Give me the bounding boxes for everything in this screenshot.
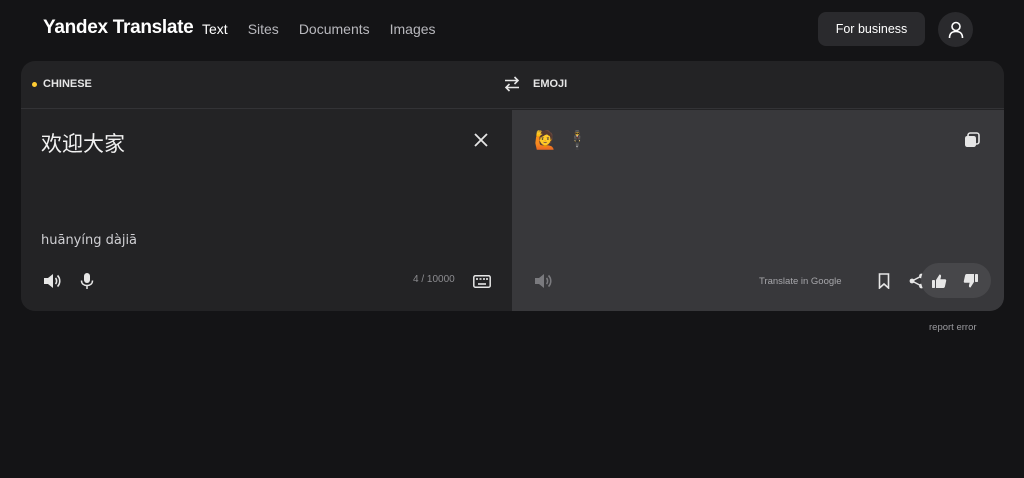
close-icon: [474, 133, 488, 147]
source-language-label: CHINESE: [43, 78, 92, 90]
main-nav: Text Sites Documents Images: [202, 21, 436, 37]
keyboard-icon: [473, 274, 491, 288]
target-listen-button[interactable]: [532, 270, 554, 292]
source-language-selector[interactable]: CHINESE: [32, 78, 92, 90]
user-icon: [948, 21, 963, 38]
translator-panel: CHINESE EMOJI 欢迎大家 huānyíng dàjiā 4 / 10…: [21, 61, 1004, 311]
emoji-1: 🙋: [534, 130, 557, 150]
nav-images[interactable]: Images: [390, 21, 436, 37]
nav-documents[interactable]: Documents: [299, 21, 370, 37]
swap-icon: [504, 76, 520, 92]
thumbs-down-icon: [963, 274, 978, 288]
thumbs-up-button[interactable]: [930, 272, 948, 290]
copy-icon: [965, 132, 980, 147]
source-pane[interactable]: 欢迎大家 huānyíng dàjiā 4 / 10000: [21, 110, 512, 311]
feedback-group: [921, 263, 991, 298]
report-error-link[interactable]: report error: [929, 322, 977, 333]
emoji-2: 🕴: [566, 130, 589, 150]
nav-sites[interactable]: Sites: [248, 21, 279, 37]
thumbs-up-icon: [932, 274, 947, 288]
swap-languages-button[interactable]: [503, 76, 523, 94]
header: Yandex Translate Text Sites Documents Im…: [0, 0, 1024, 60]
source-text-input[interactable]: 欢迎大家: [41, 128, 125, 158]
bookmark-icon: [878, 273, 890, 289]
speaker-icon: [535, 274, 552, 288]
copy-button[interactable]: [962, 130, 982, 150]
detected-dot-icon: [32, 81, 37, 87]
for-business-button[interactable]: For business: [818, 12, 925, 46]
character-counter: 4 / 10000: [413, 274, 455, 285]
thumbs-down-button[interactable]: [962, 272, 980, 290]
profile-button[interactable]: [938, 12, 973, 47]
translate-in-google-link[interactable]: Translate in Google: [759, 276, 842, 287]
virtual-keyboard-button[interactable]: [471, 270, 493, 292]
speaker-icon: [44, 274, 61, 288]
voice-input-button[interactable]: [77, 270, 97, 292]
clear-button[interactable]: [473, 132, 489, 148]
target-language-selector[interactable]: EMOJI: [533, 78, 567, 90]
target-pane: 🙋 🕴 Translate in Google: [512, 110, 1004, 311]
source-listen-button[interactable]: [41, 270, 63, 292]
language-bar: CHINESE EMOJI: [21, 61, 1004, 109]
logo[interactable]: Yandex Translate: [43, 17, 194, 39]
microphone-icon: [80, 273, 94, 289]
transliteration: huānyíng dàjiā: [41, 233, 138, 248]
translation-output: 🙋 🕴: [534, 130, 589, 151]
nav-text[interactable]: Text: [202, 21, 228, 37]
bookmark-button[interactable]: [874, 271, 894, 291]
